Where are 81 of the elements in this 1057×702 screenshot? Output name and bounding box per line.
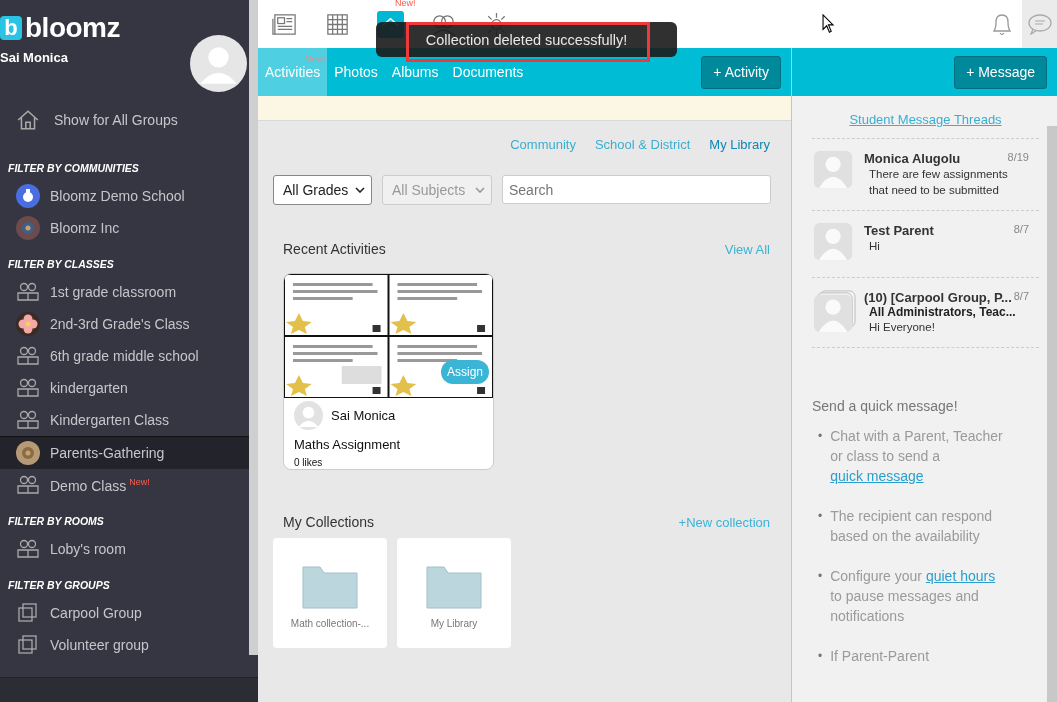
show-all-item[interactable]: Show for All Groups bbox=[0, 100, 249, 140]
likes-count: 0 likes bbox=[293, 456, 324, 468]
section-heading: FILTER BY GROUPS bbox=[7, 578, 111, 593]
activity-title: Maths Assignment bbox=[293, 436, 402, 452]
people-icon bbox=[16, 344, 40, 368]
bullet: • bbox=[818, 508, 823, 525]
avatar-icon bbox=[294, 401, 323, 430]
home-icon bbox=[16, 108, 40, 132]
message-preview: Hi Everyone! bbox=[868, 320, 936, 335]
tip-text: If Parent-Parent bbox=[830, 648, 930, 664]
section-heading: FILTER BY CLASSES bbox=[7, 257, 115, 272]
add-message-button[interactable]: + Message bbox=[954, 55, 1047, 89]
notification-bell-icon[interactable] bbox=[990, 11, 1014, 37]
folder-icon bbox=[302, 565, 358, 609]
folder-icon bbox=[426, 565, 482, 609]
people-icon bbox=[16, 537, 40, 561]
library-tab[interactable]: My Library bbox=[709, 137, 770, 152]
bullet: • bbox=[818, 648, 823, 665]
stacked-squares-icon bbox=[16, 633, 40, 657]
user-name: Sai Monica bbox=[0, 50, 68, 65]
sender-name: Test Parent bbox=[864, 223, 934, 238]
grade-select[interactable]: All Grades bbox=[273, 175, 372, 205]
tip-text: to pause messages and notifications bbox=[830, 588, 979, 624]
search-field[interactable]: Search bbox=[502, 175, 771, 204]
people-icon bbox=[16, 408, 40, 432]
logo-text: bloomz bbox=[25, 14, 120, 42]
message-preview: There are few assignments that need to be submitted bbox=[868, 167, 1009, 198]
sidebar-item[interactable]: Volunteer group bbox=[0, 629, 249, 661]
people-icon bbox=[16, 473, 40, 497]
sidebar-item[interactable]: Demo Class $^{New!}$ bbox=[0, 469, 249, 501]
sidebar-item[interactable]: 2nd-3rd Grade's Class bbox=[0, 308, 249, 340]
sender-name: (10) [Carpool Group, P... bbox=[864, 290, 1012, 305]
tip-text: Configure your bbox=[830, 568, 924, 584]
bullet: • bbox=[818, 428, 823, 445]
new-label: New! bbox=[395, 0, 416, 8]
message-thread[interactable]: Test Parent 8/7 Hi bbox=[812, 211, 1039, 278]
add-activity-button[interactable]: + Activity bbox=[701, 55, 781, 89]
tip-text: The recipient can respond based on the availability bbox=[830, 508, 993, 544]
sidebar-item[interactable]: Parents-Gathering bbox=[0, 436, 249, 469]
quick-message-title: Send a quick message! bbox=[812, 398, 959, 414]
message-date: 8/7 bbox=[1013, 290, 1029, 304]
message-thread[interactable]: Monica Alugolu 8/19 There are few assignments that need to be submitted bbox=[812, 139, 1039, 211]
scrollbar[interactable] bbox=[1047, 126, 1057, 702]
caret-icon bbox=[475, 187, 485, 193]
sidebar-item[interactable]: Bloomz Inc bbox=[0, 212, 249, 244]
flower-icon bbox=[16, 312, 40, 336]
sidebar-item[interactable]: Loby's room bbox=[0, 533, 249, 565]
avatar-icon[interactable] bbox=[190, 35, 247, 92]
photo-icon bbox=[16, 216, 40, 240]
tip-text: Chat with a Parent, Teacher or class to send a bbox=[830, 428, 1003, 464]
chat-button[interactable] bbox=[1022, 0, 1057, 48]
message-date: 8/19 bbox=[1007, 151, 1029, 165]
section-heading: FILTER BY COMMUNITIES bbox=[7, 161, 140, 176]
photo-icon bbox=[16, 441, 40, 465]
collection-card[interactable]: Math collection-... bbox=[273, 538, 387, 648]
caret-icon bbox=[355, 187, 365, 193]
cursor-icon bbox=[822, 14, 835, 34]
logo-mark: b bbox=[0, 16, 22, 40]
collection-card[interactable]: My Library bbox=[397, 538, 511, 648]
recipients: All Administrators, Teac... bbox=[868, 305, 1017, 319]
sidebar-item[interactable]: Kindergarten Class bbox=[0, 404, 249, 436]
bullet: • bbox=[818, 568, 823, 585]
section-title: My Collections bbox=[283, 514, 375, 530]
message-date: 8/7 bbox=[1013, 223, 1029, 237]
chat-icon bbox=[1026, 13, 1053, 35]
people-icon bbox=[16, 376, 40, 400]
section-title: Recent Activities bbox=[283, 241, 386, 257]
activity-card[interactable]: Assign Sai Monica Maths Assignment 0 likes bbox=[283, 273, 494, 470]
section-heading: FILTER BY ROOMS bbox=[7, 514, 105, 529]
author-name: Sai Monica bbox=[331, 408, 396, 423]
sidebar-item[interactable]: Bloomz Demo School bbox=[0, 180, 249, 212]
sidebar-item[interactable]: 1st grade classroom bbox=[0, 276, 249, 308]
badge-icon bbox=[16, 184, 40, 208]
message-preview: Hi bbox=[868, 239, 881, 254]
sidebar-item[interactable]: Carpool Group bbox=[0, 597, 249, 629]
stacked-squares-icon bbox=[16, 601, 40, 625]
sender-name: Monica Alugolu bbox=[864, 151, 961, 166]
people-icon bbox=[16, 280, 40, 304]
sidebar-item[interactable]: kindergarten bbox=[0, 372, 249, 404]
scrollbar[interactable] bbox=[249, 0, 258, 655]
sidebar-item[interactable]: 6th grade middle school bbox=[0, 340, 249, 372]
